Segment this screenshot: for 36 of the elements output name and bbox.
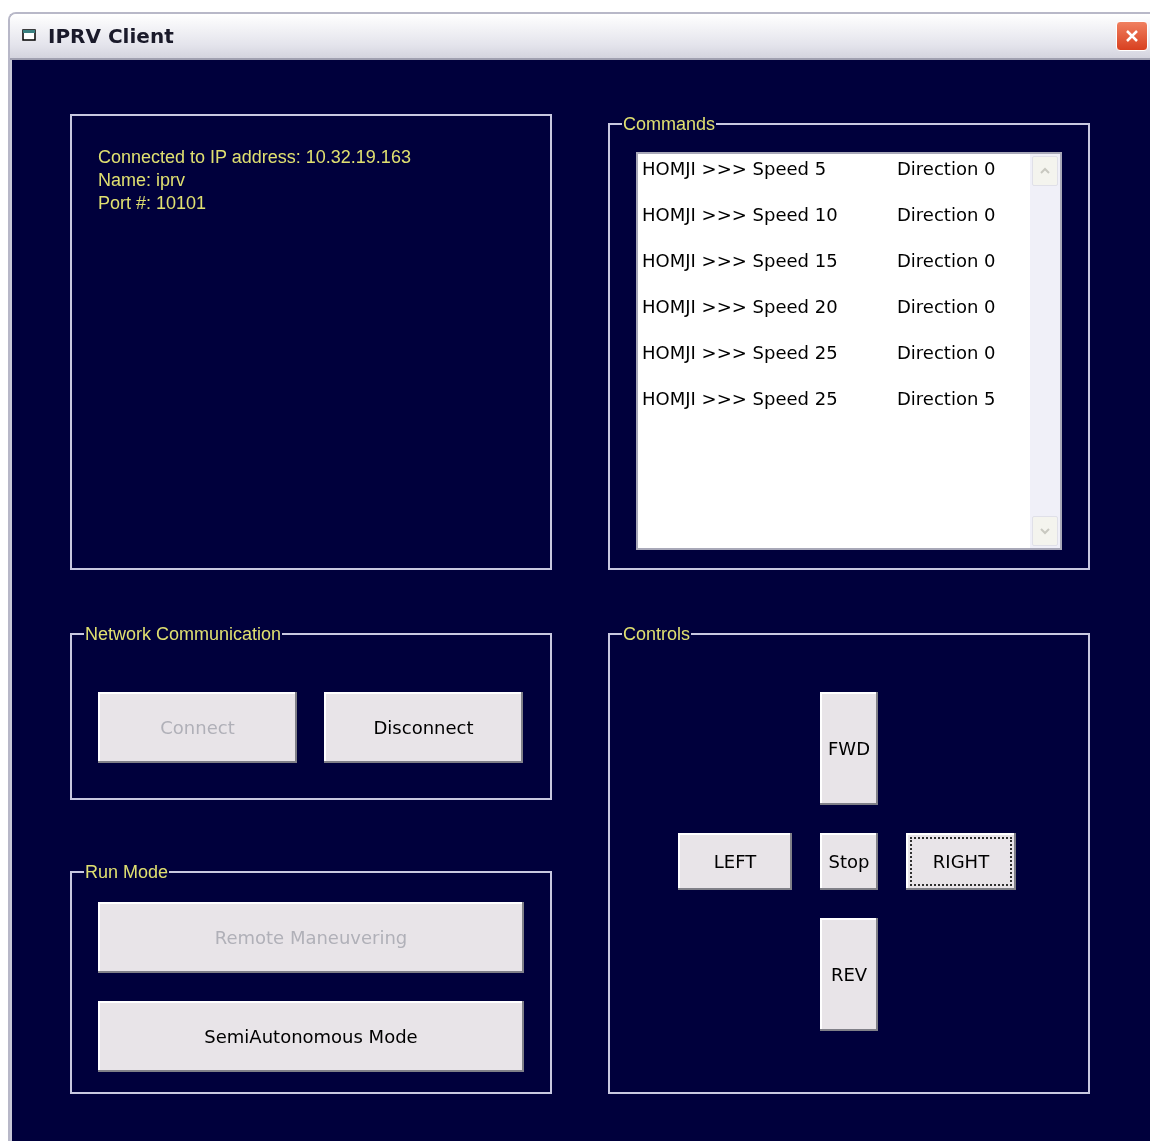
close-icon bbox=[1124, 28, 1140, 44]
status-text: Port #: 10101 bbox=[98, 192, 208, 215]
direction-button[interactable]: RIGHT bbox=[906, 833, 1016, 890]
scroll-down-button[interactable] bbox=[1032, 516, 1058, 546]
command-text: HOMJI >>> Speed 15 bbox=[642, 250, 839, 273]
command-text: HOMJI >>> Speed 25 bbox=[642, 388, 839, 411]
command-text: HOMJI >>> Speed 5 bbox=[642, 158, 828, 181]
connection-button[interactable]: Disconnect bbox=[324, 692, 523, 763]
direction-text: Direction 0 bbox=[897, 250, 996, 273]
close-button[interactable] bbox=[1116, 21, 1148, 51]
scrollbar[interactable] bbox=[1030, 154, 1060, 548]
status-text: Name: iprv bbox=[98, 169, 187, 192]
status-text: Connected to IP address: 10.32.19.163 bbox=[98, 146, 412, 169]
group-label: Run Mode bbox=[84, 862, 170, 882]
direction-button[interactable]: REV bbox=[820, 918, 878, 1031]
direction-text: Direction 5 bbox=[897, 388, 996, 411]
mode-button[interactable]: SemiAutonomous Mode bbox=[98, 1001, 524, 1072]
group-label: Controls bbox=[622, 624, 692, 644]
command-list[interactable]: HOMJI >>> Speed 5 Direction 0 HOMJI >>> Speed 10 Direction 0 HOMJI >>> Speed 15 Direction 0 HOMJI >>> Speed 20 Direction 0 HOMJI >>> Speed 25 Direction 0 HOMJI >>> Speed 25 Direction 5 bbox=[636, 152, 1062, 550]
caret-up-icon bbox=[1039, 167, 1051, 175]
window-title: IPRV Client bbox=[48, 24, 174, 48]
window-icon bbox=[22, 29, 38, 43]
scroll-up-button[interactable] bbox=[1032, 156, 1058, 186]
direction-button[interactable]: FWD bbox=[820, 692, 878, 805]
command-text: HOMJI >>> Speed 10 bbox=[642, 204, 839, 227]
group-label: Commands bbox=[622, 114, 717, 134]
command-text: HOMJI >>> Speed 20 bbox=[642, 296, 839, 319]
command-text: HOMJI >>> Speed 25 bbox=[642, 342, 839, 365]
direction-button[interactable]: Stop bbox=[820, 833, 878, 890]
caret-down-icon bbox=[1039, 527, 1051, 535]
direction-text: Direction 0 bbox=[897, 158, 996, 181]
direction-text: Direction 0 bbox=[897, 342, 996, 365]
group-label: Network Communication bbox=[84, 624, 283, 644]
direction-button[interactable]: LEFT bbox=[678, 833, 792, 890]
direction-text: Direction 0 bbox=[897, 204, 996, 227]
direction-text: Direction 0 bbox=[897, 296, 996, 319]
